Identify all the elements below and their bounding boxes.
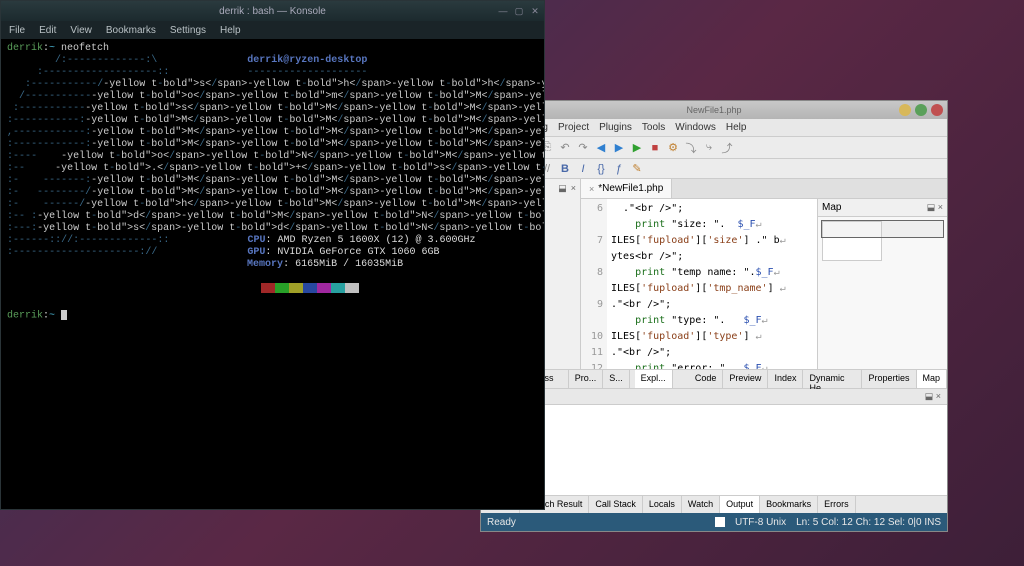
encoding-icon[interactable] bbox=[715, 517, 725, 527]
menu-tools[interactable]: Tools bbox=[642, 122, 665, 133]
ide-code-row: 6 7 8 9 101112 13 14 ."<br />"; print "s… bbox=[581, 199, 947, 369]
brush-icon[interactable]: ✎ bbox=[629, 161, 645, 177]
menu-windows[interactable]: Windows bbox=[675, 122, 716, 133]
map-header: Map ⬓ × bbox=[818, 199, 947, 217]
maximize-icon[interactable] bbox=[915, 104, 927, 116]
bold-icon[interactable]: B bbox=[557, 161, 573, 177]
tab-close-icon[interactable]: × bbox=[589, 184, 594, 194]
window-controls: — ▢ ✕ bbox=[498, 6, 540, 16]
terminal-titlebar[interactable]: derrik : bash — Konsole — ▢ ✕ bbox=[1, 1, 544, 21]
tab-locals[interactable]: Locals bbox=[643, 496, 682, 513]
tab-label: *NewFile1.php bbox=[598, 183, 663, 194]
tab-preview[interactable]: Preview bbox=[723, 370, 768, 388]
close-icon[interactable]: ✕ bbox=[530, 6, 540, 16]
format-icon[interactable]: ƒ bbox=[611, 161, 627, 177]
step-into-icon[interactable]: ⤷ bbox=[701, 140, 717, 156]
terminal-menubar: File Edit View Bookmarks Settings Help bbox=[1, 21, 544, 39]
editor-code[interactable]: ."<br />"; print "size: ". $_F↵ ILES['fu… bbox=[607, 199, 817, 369]
tab-map[interactable]: Map bbox=[917, 370, 948, 388]
undo-icon[interactable]: ↶ bbox=[557, 140, 573, 156]
minimap-viewport[interactable] bbox=[821, 220, 944, 238]
menu-plugins[interactable]: Plugins bbox=[599, 122, 632, 133]
panel-close-icon[interactable]: × bbox=[571, 183, 576, 194]
step-over-icon[interactable]: ⤵ bbox=[683, 140, 699, 156]
map-panel: Map ⬓ × bbox=[817, 199, 947, 369]
tab-code[interactable]: Code bbox=[689, 370, 724, 388]
ide-statusbar: Ready UTF-8 Unix Ln: 5 Col: 12 Ch: 12 Se… bbox=[481, 513, 947, 531]
terminal-body[interactable]: derrik:~ neofetch /:-------------:\ derr… bbox=[1, 39, 544, 509]
ide-toolbar: ▦ 📂 💾 ⎘ ↶ ↷ ◀ ▶ ▶ ■ ⚙ ⤵ ⤷ ⤴ bbox=[481, 137, 947, 159]
terminal-window: derrik : bash — Konsole — ▢ ✕ File Edit … bbox=[0, 0, 545, 510]
menu-project[interactable]: Project bbox=[558, 122, 589, 133]
ide-main: ⬓ × Servers × *NewFile1.php 6 7 8 9 1011… bbox=[481, 179, 947, 369]
tab-index[interactable]: Index bbox=[768, 370, 803, 388]
code-icon[interactable]: {} bbox=[593, 161, 609, 177]
ide-tabstrip: × *NewFile1.php bbox=[581, 179, 947, 199]
menu-edit[interactable]: Edit bbox=[39, 25, 56, 36]
ide-titlebar[interactable]: NewFile1.php bbox=[481, 101, 947, 119]
terminal-title: derrik : bash — Konsole bbox=[219, 6, 326, 17]
close-icon[interactable] bbox=[931, 104, 943, 116]
status-position: Ln: 5 Col: 12 Ch: 12 Sel: 0|0 INS bbox=[796, 517, 941, 528]
ide-editor-area: × *NewFile1.php 6 7 8 9 101112 13 14 ."<… bbox=[581, 179, 947, 369]
menu-bookmarks[interactable]: Bookmarks bbox=[106, 25, 156, 36]
tab-project[interactable]: Pro... bbox=[569, 370, 604, 388]
editor-gutter: 6 7 8 9 101112 13 14 bbox=[581, 199, 607, 369]
menu-view[interactable]: View bbox=[70, 25, 92, 36]
tab-explorer[interactable]: Expl... bbox=[635, 370, 673, 388]
menu-help[interactable]: Help bbox=[220, 25, 241, 36]
tab-errors[interactable]: Errors bbox=[818, 496, 856, 513]
map-close-icon[interactable]: ⬓ × bbox=[927, 202, 943, 213]
status-encoding: UTF-8 Unix bbox=[735, 517, 786, 528]
output-close-icon[interactable]: ⬓ × bbox=[925, 391, 941, 402]
debug-icon[interactable]: ⚙ bbox=[665, 140, 681, 156]
ide-toolbar-secondary: ≡ ⇥ ⇤ // B I {} ƒ ✎ bbox=[481, 159, 947, 179]
map-body[interactable] bbox=[818, 217, 947, 369]
redo-icon[interactable]: ↷ bbox=[575, 140, 591, 156]
ide-bottom-tabs: Struct... Class V... Pro... S... Expl...… bbox=[481, 369, 947, 389]
output-header: Output ⬓ × bbox=[481, 389, 947, 405]
tab-watch[interactable]: Watch bbox=[682, 496, 720, 513]
panel-pin-icon[interactable]: ⬓ bbox=[558, 183, 567, 194]
tab-bookmarks[interactable]: Bookmarks bbox=[760, 496, 818, 513]
tab-properties[interactable]: Properties bbox=[862, 370, 916, 388]
forward-icon[interactable]: ▶ bbox=[611, 140, 627, 156]
ide-title: NewFile1.php bbox=[686, 105, 741, 115]
minimize-icon[interactable]: — bbox=[498, 6, 508, 16]
status-ready: Ready bbox=[487, 517, 516, 528]
editor-tab[interactable]: × *NewFile1.php bbox=[581, 179, 672, 198]
ide-output-tabs: TODO Search Result Call Stack Locals Wat… bbox=[481, 495, 947, 513]
minimize-icon[interactable] bbox=[899, 104, 911, 116]
output-panel[interactable] bbox=[481, 405, 947, 495]
tab-output[interactable]: Output bbox=[720, 496, 760, 513]
tab-dynamic[interactable]: Dynamic He... bbox=[803, 370, 862, 388]
map-title: Map bbox=[822, 202, 841, 213]
ide-window: NewFile1.php View Debug Project Plugins … bbox=[480, 100, 948, 532]
italic-icon[interactable]: I bbox=[575, 161, 591, 177]
back-icon[interactable]: ◀ bbox=[593, 140, 609, 156]
tab-callstack[interactable]: Call Stack bbox=[589, 496, 643, 513]
ide-menubar: View Debug Project Plugins Tools Windows… bbox=[481, 119, 947, 137]
menu-settings[interactable]: Settings bbox=[170, 25, 206, 36]
step-out-icon[interactable]: ⤴ bbox=[719, 140, 735, 156]
maximize-icon[interactable]: ▢ bbox=[514, 6, 524, 16]
menu-help[interactable]: Help bbox=[726, 122, 747, 133]
stop-icon[interactable]: ■ bbox=[647, 140, 663, 156]
tab-s[interactable]: S... bbox=[603, 370, 630, 388]
run-icon[interactable]: ▶ bbox=[629, 140, 645, 156]
ide-window-controls bbox=[899, 104, 943, 116]
menu-file[interactable]: File bbox=[9, 25, 25, 36]
